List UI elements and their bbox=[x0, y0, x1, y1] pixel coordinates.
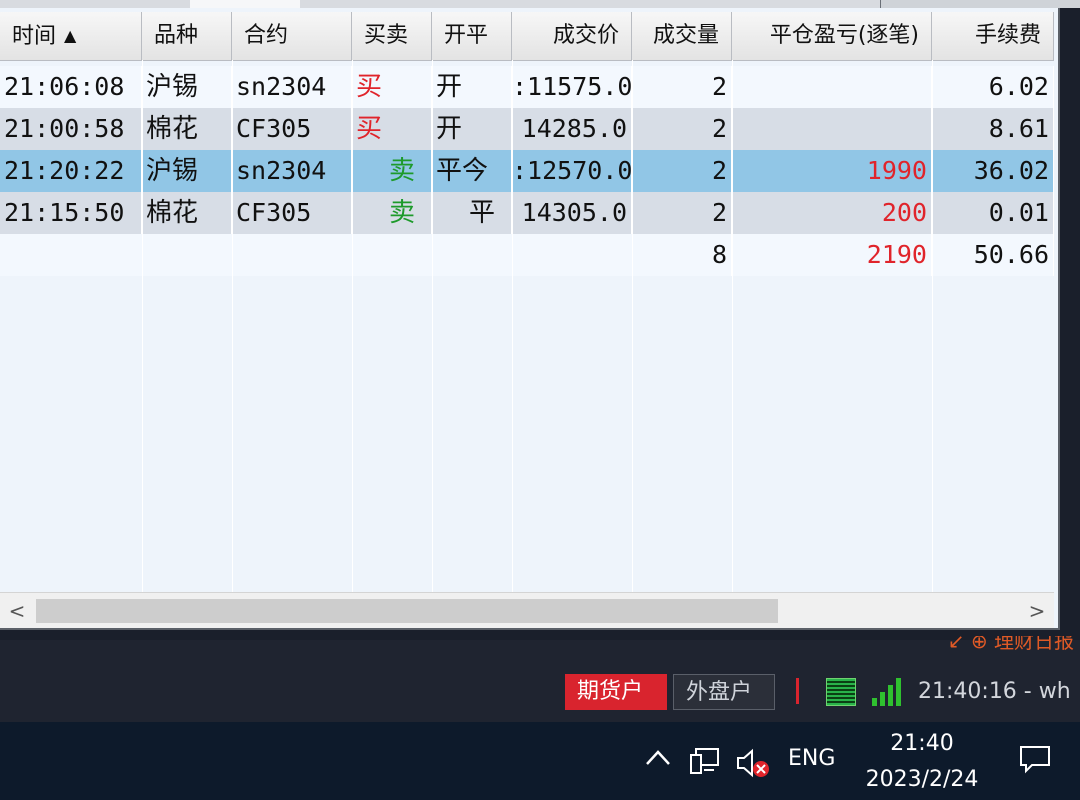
column-divider bbox=[352, 60, 353, 598]
cell-contract: sn2304 bbox=[232, 66, 352, 108]
column-divider bbox=[632, 60, 633, 598]
cell-fee: 8.61 bbox=[932, 108, 1054, 150]
cell-product: 棉花 bbox=[142, 192, 232, 234]
cell-pnl: 200 bbox=[732, 192, 932, 234]
column-header-contract[interactable]: 合约 bbox=[232, 12, 352, 60]
foreign-account-button[interactable]: 外盘户 bbox=[673, 674, 775, 710]
cell-pnl bbox=[732, 66, 932, 108]
tab-1[interactable] bbox=[0, 0, 71, 8]
tab-4[interactable] bbox=[300, 0, 391, 8]
tab-7[interactable] bbox=[590, 0, 671, 8]
tab-2[interactable] bbox=[70, 0, 191, 8]
cell-pnl: 1990 bbox=[732, 150, 932, 192]
status-bar: ↙ ⊕ 理财日报 期货户 外盘户 21:40:16 - wh bbox=[0, 636, 1080, 722]
total-qty: 8 bbox=[632, 234, 732, 276]
notification-center-icon[interactable] bbox=[1018, 744, 1052, 774]
volume-muted-icon[interactable] bbox=[736, 748, 770, 778]
status-separator bbox=[796, 678, 799, 704]
trade-record-grid: 时间 ▲ 品种 合约 买卖 开平 成交价 成交量 平仓盈亏(逐笔) 手续费 21:… bbox=[0, 8, 1060, 630]
windows-taskbar: ENG 21:40 2023/2/24 bbox=[0, 722, 1080, 800]
table-row[interactable]: 21:06:08 沪锡 sn2304 买 开 :11575.0 2 6.02 bbox=[0, 66, 1054, 108]
cell-qty: 2 bbox=[632, 150, 732, 192]
tab-trades[interactable] bbox=[190, 0, 301, 8]
cell-side: 买 bbox=[352, 66, 432, 108]
horizontal-scrollbar[interactable]: < > bbox=[0, 592, 1054, 628]
cell-price: 14305.0 bbox=[512, 192, 632, 234]
scrollbar-thumb[interactable] bbox=[36, 599, 778, 623]
cell-pnl bbox=[732, 108, 932, 150]
network-icon[interactable] bbox=[688, 746, 722, 776]
column-header-time[interactable]: 时间 ▲ bbox=[0, 12, 142, 60]
scroll-left-icon[interactable]: < bbox=[0, 593, 34, 628]
cell-open-close: 平今 bbox=[432, 150, 512, 192]
tab-9[interactable] bbox=[780, 0, 881, 8]
signal-strength-icon bbox=[872, 676, 902, 706]
cell-price: 14285.0 bbox=[512, 108, 632, 150]
tab-5[interactable] bbox=[390, 0, 481, 8]
cell-qty: 2 bbox=[632, 192, 732, 234]
clock-time: 21:40 bbox=[890, 731, 954, 756]
column-divider bbox=[732, 60, 733, 598]
cell-contract: CF305 bbox=[232, 108, 352, 150]
table-row[interactable]: 21:00:58 棉花 CF305 买 开 14285.0 2 8.61 bbox=[0, 108, 1054, 150]
cell-qty: 2 bbox=[632, 108, 732, 150]
futures-account-button[interactable]: 期货户 bbox=[565, 674, 667, 710]
show-hidden-icons-icon[interactable] bbox=[644, 744, 672, 774]
cell-fee: 36.02 bbox=[932, 150, 1054, 192]
tab-strip bbox=[0, 0, 1080, 8]
cell-side: 买 bbox=[352, 108, 432, 150]
column-header-side[interactable]: 买卖 bbox=[352, 12, 432, 60]
column-header-price[interactable]: 成交价 bbox=[512, 12, 632, 60]
cell-product: 棉花 bbox=[142, 108, 232, 150]
cell-price: :11575.0 bbox=[512, 66, 632, 108]
cell-fee: 6.02 bbox=[932, 66, 1054, 108]
news-ticker-text[interactable]: ↙ ⊕ 理财日报 bbox=[948, 636, 1074, 650]
input-language-indicator[interactable]: ENG bbox=[788, 746, 835, 771]
column-label: 时间 bbox=[12, 24, 57, 49]
total-fee: 50.66 bbox=[932, 234, 1054, 276]
cell-fee: 0.01 bbox=[932, 192, 1054, 234]
cell-open-close: 开 bbox=[432, 108, 512, 150]
column-header-product[interactable]: 品种 bbox=[142, 12, 232, 60]
column-header-fee[interactable]: 手续费 bbox=[932, 12, 1054, 60]
total-pnl: 2190 bbox=[732, 234, 932, 276]
cell-open-close: 平 bbox=[432, 192, 512, 234]
cell-time: 21:06:08 bbox=[0, 66, 142, 108]
cell-contract: sn2304 bbox=[232, 150, 352, 192]
grid-header: 时间 ▲ 品种 合约 买卖 开平 成交价 成交量 平仓盈亏(逐笔) 手续费 bbox=[0, 12, 1054, 61]
cell-price: :12570.0 bbox=[512, 150, 632, 192]
column-divider bbox=[932, 60, 933, 598]
table-row-selected[interactable]: 21:20:22 沪锡 sn2304 卖 平今 :12570.0 2 1990 … bbox=[0, 150, 1054, 192]
tab-8[interactable] bbox=[670, 0, 781, 8]
column-divider bbox=[512, 60, 513, 598]
tab-6[interactable] bbox=[480, 0, 591, 8]
table-row[interactable]: 21:15:50 棉花 CF305 卖 平 14305.0 2 200 0.01 bbox=[0, 192, 1054, 234]
cell-side: 卖 bbox=[352, 192, 432, 234]
cell-time: 21:15:50 bbox=[0, 192, 142, 234]
server-time: 21:40:16 - wh bbox=[918, 679, 1071, 704]
cell-open-close: 开 bbox=[432, 66, 512, 108]
cell-time: 21:20:22 bbox=[0, 150, 142, 192]
column-divider bbox=[232, 60, 233, 598]
scroll-right-icon[interactable]: > bbox=[1020, 593, 1054, 628]
cell-time: 21:00:58 bbox=[0, 108, 142, 150]
column-header-open-close[interactable]: 开平 bbox=[432, 12, 512, 60]
column-header-qty[interactable]: 成交量 bbox=[632, 12, 732, 60]
cell-contract: CF305 bbox=[232, 192, 352, 234]
totals-row: 8 2190 50.66 bbox=[0, 234, 1054, 276]
sort-ascending-icon: ▲ bbox=[64, 26, 77, 45]
cell-product: 沪锡 bbox=[142, 66, 232, 108]
clock-date: 2023/2/24 bbox=[865, 767, 979, 792]
taskbar-clock[interactable]: 21:40 2023/2/24 bbox=[856, 726, 988, 798]
connection-status-icon[interactable] bbox=[826, 678, 856, 706]
cell-side: 卖 bbox=[352, 150, 432, 192]
column-divider bbox=[432, 60, 433, 598]
column-header-pnl[interactable]: 平仓盈亏(逐笔) bbox=[732, 12, 932, 60]
cell-product: 沪锡 bbox=[142, 150, 232, 192]
cell-qty: 2 bbox=[632, 66, 732, 108]
column-divider bbox=[142, 60, 143, 598]
